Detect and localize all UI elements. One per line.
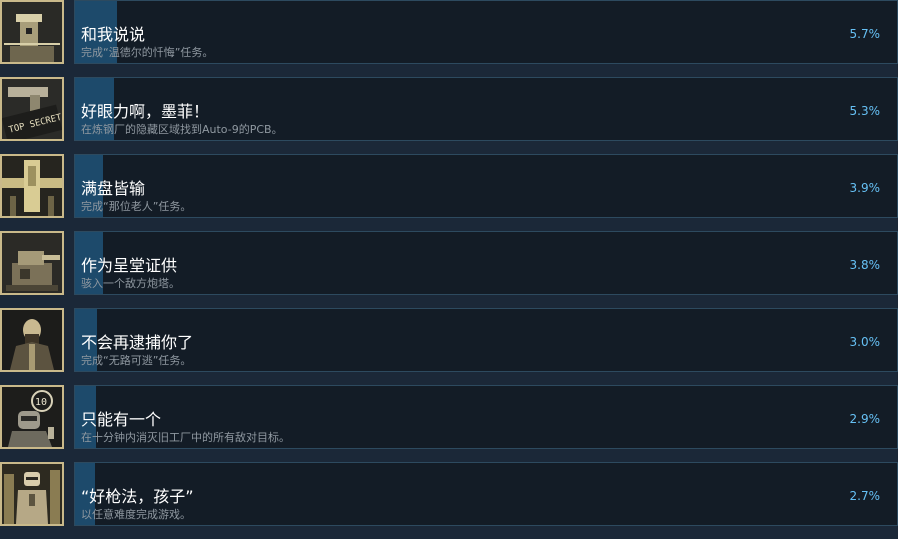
achievement-panel: 好眼力啊，墨菲！ 在炼钢厂的隐藏区域找到Auto-9的PCB。 5.3%: [74, 77, 898, 141]
achievement-row[interactable]: 和我说说 完成“温德尔的忏悔”任务。 5.7%: [0, 0, 898, 77]
achievement-title: 只能有一个: [81, 410, 162, 429]
achievement-description: 完成“无路可逃”任务。: [81, 354, 192, 367]
timer-badge-text: 10: [35, 397, 47, 408]
robocop-icon: [0, 462, 64, 526]
unlock-percent: 3.8%: [849, 258, 881, 272]
achievement-panel: “好枪法，孩子” 以任意难度完成游戏。 2.7%: [74, 462, 898, 526]
achievement-row[interactable]: 10 只能有一个 在十分钟内消灭旧工厂中的所有敌对目标。 2.9%: [0, 385, 898, 462]
achievement-panel: 满盘皆输 完成“那位老人”任务。 3.9%: [74, 154, 898, 218]
achievement-panel: 只能有一个 在十分钟内消灭旧工厂中的所有敌对目标。 2.9%: [74, 385, 898, 449]
achievement-title: 好眼力啊，墨菲！: [81, 102, 210, 121]
achievement-title: 不会再逮捕你了: [81, 333, 194, 352]
achievement-list: 和我说说 完成“温德尔的忏悔”任务。 5.7% TOP SECRET 好眼力啊，…: [0, 0, 898, 526]
achievement-description: 骇入一个敌方炮塔。: [81, 277, 180, 290]
achievement-panel: 作为呈堂证供 骇入一个敌方炮塔。 3.8%: [74, 231, 898, 295]
unlock-percent: 2.7%: [849, 489, 881, 503]
achievement-description: 在炼钢厂的隐藏区域找到Auto-9的PCB。: [81, 123, 283, 136]
achievement-description: 以任意难度完成游戏。: [81, 508, 191, 521]
achievement-description: 完成“那位老人”任务。: [81, 200, 192, 213]
achievement-description: 完成“温德尔的忏悔”任务。: [81, 46, 214, 59]
unlock-percent: 3.9%: [849, 181, 881, 195]
achievement-title: “好枪法，孩子”: [81, 487, 194, 506]
top-secret-pistol-icon: TOP SECRET: [0, 77, 64, 141]
achievement-row[interactable]: TOP SECRET 好眼力啊，墨菲！ 在炼钢厂的隐藏区域找到Auto-9的PC…: [0, 77, 898, 154]
watchtower-icon: [0, 0, 64, 64]
achievement-row[interactable]: 不会再逮捕你了 完成“无路可逃”任务。 3.0%: [0, 308, 898, 385]
unlock-percent: 3.0%: [849, 335, 881, 349]
unlock-percent: 5.7%: [849, 27, 881, 41]
banner-icon: [0, 154, 64, 218]
unlock-percent: 2.9%: [849, 412, 881, 426]
achievement-row[interactable]: 满盘皆输 完成“那位老人”任务。 3.9%: [0, 154, 898, 231]
achievement-title: 作为呈堂证供: [81, 256, 178, 275]
achievement-panel: 不会再逮捕你了 完成“无路可逃”任务。 3.0%: [74, 308, 898, 372]
robot-timer-icon: 10: [0, 385, 64, 449]
achievement-description: 在十分钟内消灭旧工厂中的所有敌对目标。: [81, 431, 290, 444]
turret-icon: [0, 231, 64, 295]
achievement-title: 满盘皆输: [81, 179, 146, 198]
achievement-row[interactable]: “好枪法，孩子” 以任意难度完成游戏。 2.7%: [0, 462, 898, 539]
achievement-panel: 和我说说 完成“温德尔的忏悔”任务。 5.7%: [74, 0, 898, 64]
bearded-man-icon: [0, 308, 64, 372]
unlock-percent: 5.3%: [849, 104, 881, 118]
achievement-row[interactable]: 作为呈堂证供 骇入一个敌方炮塔。 3.8%: [0, 231, 898, 308]
achievement-title: 和我说说: [81, 25, 146, 44]
